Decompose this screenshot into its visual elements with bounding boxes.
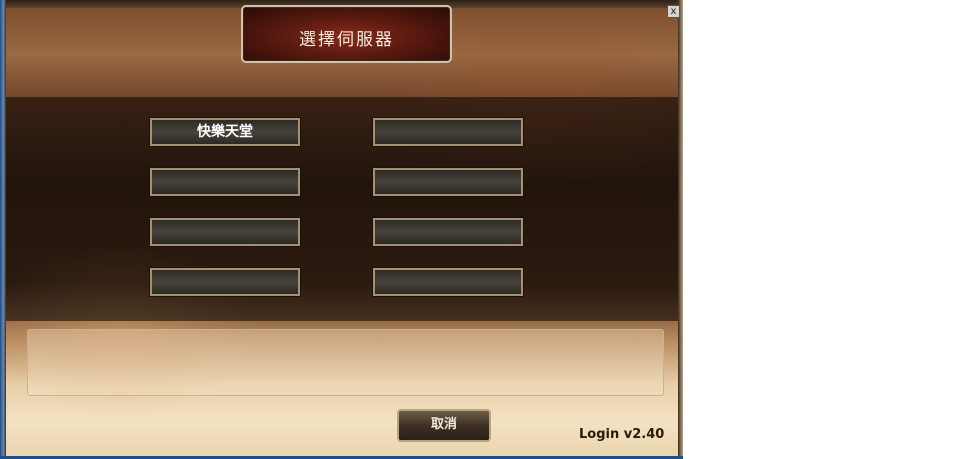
- message-box: [27, 329, 664, 396]
- cancel-button[interactable]: 取消: [397, 409, 491, 442]
- server-slot-1[interactable]: 快樂天堂: [150, 118, 300, 146]
- server-slot-2[interactable]: [373, 118, 523, 146]
- server-slot-6[interactable]: [373, 218, 523, 246]
- server-select-dialog: x 選擇伺服器 快樂天堂 取消 Login v2.40: [0, 0, 683, 459]
- server-slot-4[interactable]: [373, 168, 523, 196]
- close-button[interactable]: x: [667, 5, 680, 18]
- server-slot-8[interactable]: [373, 268, 523, 296]
- dialog-title: 選擇伺服器: [299, 30, 394, 50]
- server-list-panel: [6, 97, 678, 321]
- window-frame-right: [678, 0, 683, 459]
- title-plate: 選擇伺服器: [241, 5, 452, 63]
- version-label: Login v2.40: [579, 427, 665, 442]
- server-slot-3[interactable]: [150, 168, 300, 196]
- server-slot-5[interactable]: [150, 218, 300, 246]
- server-slot-7[interactable]: [150, 268, 300, 296]
